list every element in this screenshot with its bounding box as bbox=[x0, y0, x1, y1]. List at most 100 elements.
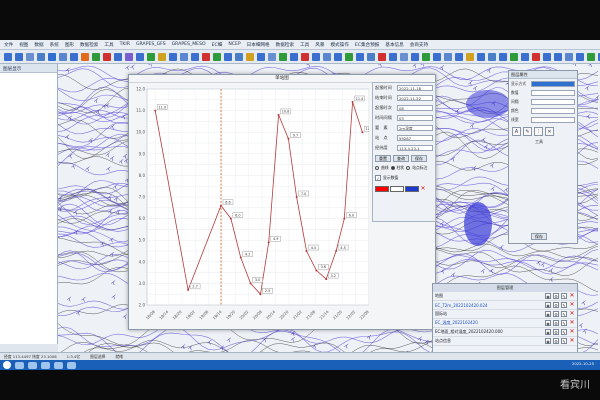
delete-layer-icon[interactable]: ✕ bbox=[569, 302, 575, 308]
layer-row[interactable]: EC地面_相对湿度_2022102420.000 ◉ ⚙ ✎ ✕ bbox=[433, 328, 577, 337]
edit-pencil-icon[interactable]: ✎ bbox=[561, 329, 567, 335]
data-point[interactable] bbox=[335, 250, 338, 252]
menu-item[interactable]: 风暴 bbox=[315, 42, 324, 48]
layer-row[interactable]: 站点信息 ◉ ⚙ ✎ ✕ bbox=[433, 337, 577, 346]
menu-item[interactable]: NCEP bbox=[228, 42, 240, 47]
toolbar-tool-icon[interactable] bbox=[378, 52, 386, 61]
property-field[interactable] bbox=[531, 89, 575, 96]
visibility-eye-icon[interactable]: ◉ bbox=[545, 329, 551, 335]
toolbar-tool-icon[interactable] bbox=[4, 52, 12, 61]
settings-gear-icon[interactable]: ⚙ bbox=[553, 293, 559, 299]
toolbar-tool-icon[interactable] bbox=[103, 52, 111, 61]
edit-pencil-icon[interactable]: ✎ bbox=[561, 302, 567, 308]
start-button-icon[interactable] bbox=[3, 361, 11, 369]
toolbar-tool-icon[interactable] bbox=[576, 52, 584, 61]
toolbar-tool-icon[interactable] bbox=[191, 52, 199, 61]
toolbar-tool-icon[interactable] bbox=[323, 52, 331, 61]
menu-item[interactable]: 系统 bbox=[50, 42, 59, 48]
toolbar-tool-icon[interactable] bbox=[389, 52, 397, 61]
data-point[interactable] bbox=[361, 131, 364, 134]
data-point[interactable] bbox=[229, 217, 232, 220]
layer-row[interactable]: EC_T2m_2022102420.024 ◉ ⚙ ✎ ✕ bbox=[433, 301, 577, 310]
taskbar-app-icon[interactable] bbox=[28, 361, 37, 369]
delete-layer-icon[interactable]: ✕ bbox=[569, 311, 575, 317]
data-point[interactable] bbox=[287, 137, 290, 140]
toolbar-tool-icon[interactable] bbox=[235, 52, 243, 61]
radio-button[interactable] bbox=[375, 166, 379, 170]
edit-pencil-icon[interactable]: ✎ bbox=[561, 338, 567, 344]
menu-item[interactable]: GRAPES_MESO bbox=[172, 42, 206, 47]
data-point[interactable] bbox=[305, 250, 308, 252]
data-point[interactable] bbox=[325, 278, 328, 281]
line-style-icon[interactable]: ⫶ bbox=[534, 127, 543, 136]
toolbar-tool-icon[interactable] bbox=[180, 52, 188, 61]
data-point[interactable] bbox=[267, 241, 270, 244]
toolbar-tool-icon[interactable] bbox=[268, 52, 276, 61]
property-field[interactable] bbox=[531, 107, 575, 114]
visibility-eye-icon[interactable]: ◉ bbox=[545, 293, 551, 299]
toolbar-tool-icon[interactable] bbox=[433, 52, 441, 61]
properties-save-button[interactable]: 保存 bbox=[531, 233, 547, 240]
toolbar-tool-icon[interactable] bbox=[114, 52, 122, 61]
toolbar-tool-icon[interactable] bbox=[48, 52, 56, 61]
toolbar-tool-icon[interactable] bbox=[59, 52, 67, 61]
query-field[interactable]: 2022-11-22 bbox=[397, 95, 433, 101]
menu-item[interactable]: 视图 bbox=[19, 42, 28, 48]
query-button[interactable]: 保存 bbox=[411, 154, 427, 162]
toolbar-tool-icon[interactable] bbox=[81, 52, 89, 61]
layer-row[interactable]: 地图 ◉ ⚙ ✎ ✕ bbox=[433, 292, 577, 301]
toolbar-tool-icon[interactable] bbox=[301, 52, 309, 61]
toolbar-tool-icon[interactable] bbox=[257, 52, 265, 61]
query-field[interactable]: 2m温度 bbox=[397, 125, 433, 131]
menu-item[interactable]: 日本细网格 bbox=[247, 42, 270, 48]
data-point[interactable] bbox=[187, 288, 190, 291]
query-field[interactable]: 113.4,23.1 bbox=[397, 145, 433, 151]
toolbar-tool-icon[interactable] bbox=[224, 52, 232, 61]
toolbar-tool-icon[interactable] bbox=[290, 52, 298, 61]
menu-item[interactable]: 工具 bbox=[300, 42, 309, 48]
toolbar-tool-icon[interactable] bbox=[70, 52, 78, 61]
toolbar-tool-icon[interactable] bbox=[554, 52, 562, 61]
toolbar-tool-icon[interactable] bbox=[136, 52, 144, 61]
toolbar-tool-icon[interactable] bbox=[521, 52, 529, 61]
toolbar-tool-icon[interactable] bbox=[477, 52, 485, 61]
toolbar-tool-icon[interactable] bbox=[213, 52, 221, 61]
font-icon[interactable]: A bbox=[512, 127, 521, 136]
radio-button[interactable] bbox=[390, 166, 395, 170]
data-point[interactable] bbox=[295, 196, 298, 198]
query-field[interactable]: 03 bbox=[397, 115, 433, 121]
settings-gear-icon[interactable]: ⚙ bbox=[553, 338, 559, 344]
menu-item[interactable]: 图形 bbox=[65, 42, 74, 48]
layer-row[interactable]: EC_温度_2022102420 ◉ ⚙ ✎ ✕ bbox=[433, 319, 577, 328]
toolbar-tool-icon[interactable] bbox=[422, 52, 430, 61]
query-field[interactable]: 08 bbox=[397, 105, 433, 111]
edit-pencil-icon[interactable]: ✎ bbox=[561, 293, 567, 299]
taskbar-app-icon[interactable] bbox=[67, 361, 76, 369]
visibility-eye-icon[interactable]: ◉ bbox=[545, 311, 551, 317]
toolbar-tool-icon[interactable] bbox=[400, 52, 408, 61]
menu-item[interactable]: 基本信息 bbox=[385, 42, 403, 48]
taskbar-app-icon[interactable] bbox=[41, 361, 50, 369]
visibility-eye-icon[interactable]: ◉ bbox=[545, 338, 551, 344]
menu-item[interactable]: 数据检索 bbox=[276, 42, 294, 48]
menu-item[interactable]: 文件 bbox=[4, 42, 13, 48]
data-point[interactable] bbox=[249, 282, 252, 285]
menu-item[interactable]: EC细 bbox=[212, 42, 223, 48]
toolbar-tool-icon[interactable] bbox=[444, 52, 452, 61]
toolbar-tool-icon[interactable] bbox=[356, 52, 364, 61]
toolbar-tool-icon[interactable] bbox=[158, 52, 166, 61]
edit-pencil-icon[interactable]: ✎ bbox=[561, 320, 567, 326]
visibility-eye-icon[interactable]: ◉ bbox=[545, 302, 551, 308]
toolbar-tool-icon[interactable] bbox=[125, 52, 133, 61]
settings-gear-icon[interactable]: ⚙ bbox=[553, 311, 559, 317]
tools-icon[interactable]: ✕ bbox=[545, 127, 554, 136]
delete-layer-icon[interactable]: ✕ bbox=[569, 293, 575, 299]
toolbar-tool-icon[interactable] bbox=[488, 52, 496, 61]
taskbar-app-icon[interactable] bbox=[54, 361, 63, 369]
toolbar-tool-icon[interactable] bbox=[367, 52, 375, 61]
radio-button[interactable] bbox=[406, 166, 411, 170]
data-point[interactable] bbox=[259, 293, 262, 296]
data-point[interactable] bbox=[351, 100, 354, 103]
toolbar-tool-icon[interactable] bbox=[532, 52, 540, 61]
toolbar-tool-icon[interactable] bbox=[202, 52, 210, 61]
